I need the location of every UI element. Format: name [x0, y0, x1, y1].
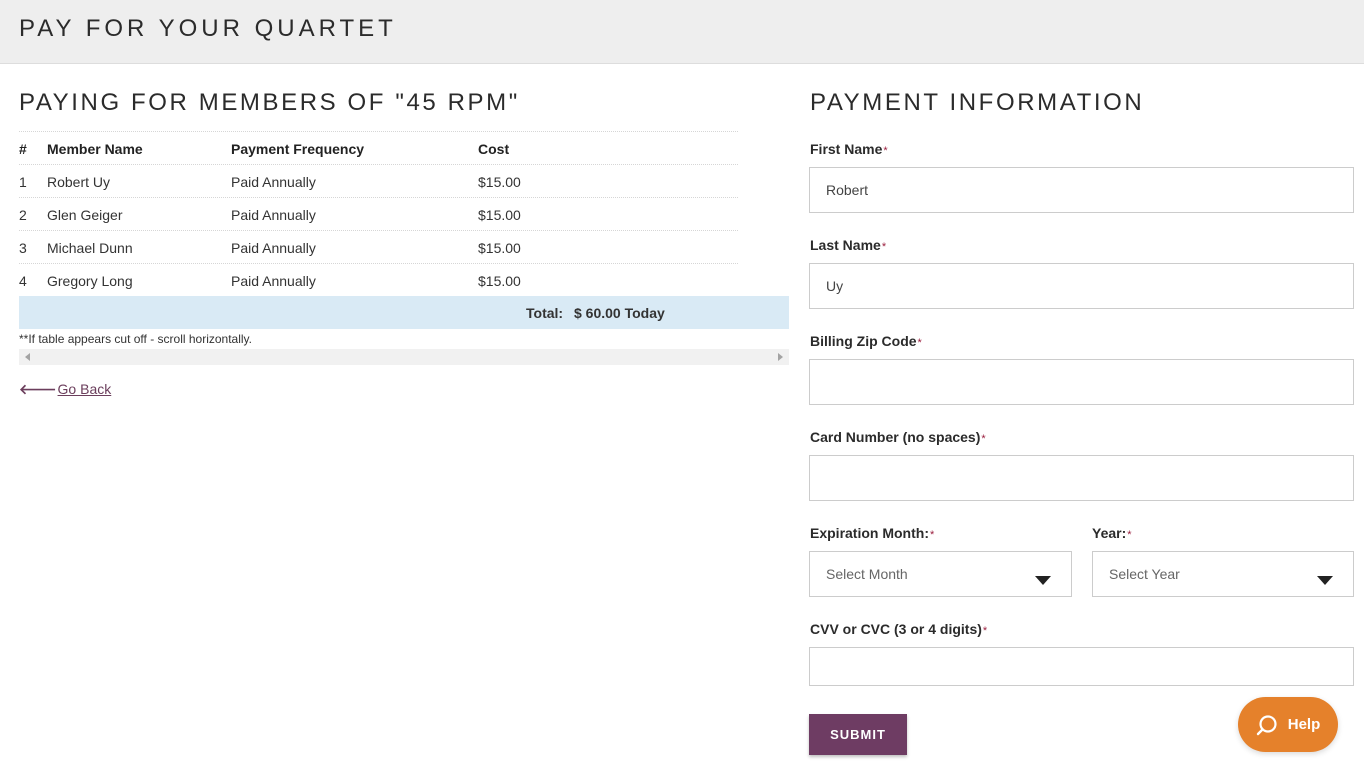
- row-number: 3: [19, 240, 27, 256]
- row-number: 2: [19, 207, 27, 223]
- expiration-year-select[interactable]: Select Year: [1092, 551, 1354, 597]
- last-name-label-text: Last Name: [810, 237, 881, 253]
- table-row: 3 Michael Dunn Paid Annually $15.00: [19, 230, 738, 263]
- table-header-row: # Member Name Payment Frequency Cost: [19, 131, 738, 164]
- total-value: $ 60.00 Today: [574, 305, 665, 321]
- first-name-input[interactable]: [809, 167, 1354, 213]
- required-mark: *: [930, 529, 935, 541]
- member-name: Robert Uy: [47, 174, 111, 190]
- caret-down-icon: [1035, 576, 1051, 585]
- member-name: Glen Geiger: [47, 207, 123, 223]
- payment-section-title: PAYMENT INFORMATION: [810, 89, 1145, 116]
- payment-frequency: Paid Annually: [231, 207, 316, 223]
- caret-down-icon: [1317, 576, 1333, 585]
- total-row: Total: $ 60.00 Today: [19, 296, 789, 329]
- card-number-label-text: Card Number (no spaces): [810, 429, 981, 445]
- card-number-label: Card Number (no spaces)*: [810, 429, 986, 445]
- expiration-month-label-text: Expiration Month:: [810, 525, 929, 541]
- row-number: 1: [19, 174, 27, 190]
- page-title: PAY FOR YOUR QUARTET: [19, 15, 397, 42]
- row-number: 4: [19, 273, 27, 289]
- member-name: Michael Dunn: [47, 240, 133, 256]
- zip-input[interactable]: [809, 359, 1354, 405]
- card-number-input[interactable]: [809, 455, 1354, 501]
- members-table: # Member Name Payment Frequency Cost 1 R…: [19, 131, 789, 329]
- payment-frequency: Paid Annually: [231, 174, 316, 190]
- table-row: 2 Glen Geiger Paid Annually $15.00: [19, 197, 738, 230]
- go-back-link[interactable]: 🡐Go Back: [19, 381, 111, 398]
- payment-frequency: Paid Annually: [231, 273, 316, 289]
- member-name: Gregory Long: [47, 273, 133, 289]
- last-name-input[interactable]: [809, 263, 1354, 309]
- column-header-payment-frequency: Payment Frequency: [231, 141, 365, 157]
- cvv-label: CVV or CVC (3 or 4 digits)*: [810, 621, 987, 637]
- payment-frequency: Paid Annually: [231, 240, 316, 256]
- horizontal-scrollbar[interactable]: [19, 349, 789, 365]
- expiration-year-label: Year:*: [1092, 525, 1132, 541]
- expiration-month-label: Expiration Month:*: [810, 525, 934, 541]
- cvv-label-text: CVV or CVC (3 or 4 digits): [810, 621, 982, 637]
- member-cost: $15.00: [478, 207, 521, 223]
- scroll-left-icon[interactable]: [25, 353, 30, 361]
- first-name-label-text: First Name: [810, 141, 883, 157]
- zip-label-text: Billing Zip Code: [810, 333, 917, 349]
- zip-label: Billing Zip Code*: [810, 333, 922, 349]
- required-mark: *: [881, 241, 887, 253]
- arrow-left-icon: 🡐: [19, 381, 57, 397]
- submit-button[interactable]: SUBMIT: [809, 714, 907, 755]
- member-cost: $15.00: [478, 174, 521, 190]
- member-cost: $15.00: [478, 240, 521, 256]
- page-header: PAY FOR YOUR QUARTET: [0, 0, 1364, 64]
- column-header-cost: Cost: [478, 141, 510, 157]
- help-button[interactable]: Help: [1238, 697, 1338, 752]
- expiration-month-select[interactable]: Select Month: [809, 551, 1072, 597]
- total-label: Total:: [526, 305, 564, 321]
- go-back-label: Go Back: [57, 381, 112, 397]
- search-icon: [1256, 714, 1277, 735]
- required-mark: *: [917, 337, 922, 349]
- first-name-label: First Name*: [810, 141, 888, 157]
- required-mark: *: [883, 145, 888, 157]
- expiration-year-label-text: Year:: [1092, 525, 1127, 541]
- member-cost: $15.00: [478, 273, 521, 289]
- scroll-right-icon[interactable]: [778, 353, 783, 361]
- table-row: 1 Robert Uy Paid Annually $15.00: [19, 164, 738, 197]
- cvv-input[interactable]: [809, 647, 1354, 686]
- table-row: 4 Gregory Long Paid Annually $15.00: [19, 263, 738, 296]
- expiration-month-value: Select Month: [826, 566, 908, 582]
- last-name-label: Last Name*: [810, 237, 886, 253]
- expiration-year-value: Select Year: [1109, 566, 1180, 582]
- required-mark: *: [982, 625, 988, 637]
- required-mark: *: [981, 433, 986, 445]
- help-label: Help: [1287, 716, 1321, 733]
- required-mark: *: [1127, 529, 1132, 541]
- column-header-number: #: [19, 141, 27, 157]
- column-header-member-name: Member Name: [47, 141, 143, 157]
- scroll-note: **If table appears cut off - scroll hori…: [19, 332, 253, 346]
- members-section-title: PAYING FOR MEMBERS OF "45 RPM": [19, 89, 520, 116]
